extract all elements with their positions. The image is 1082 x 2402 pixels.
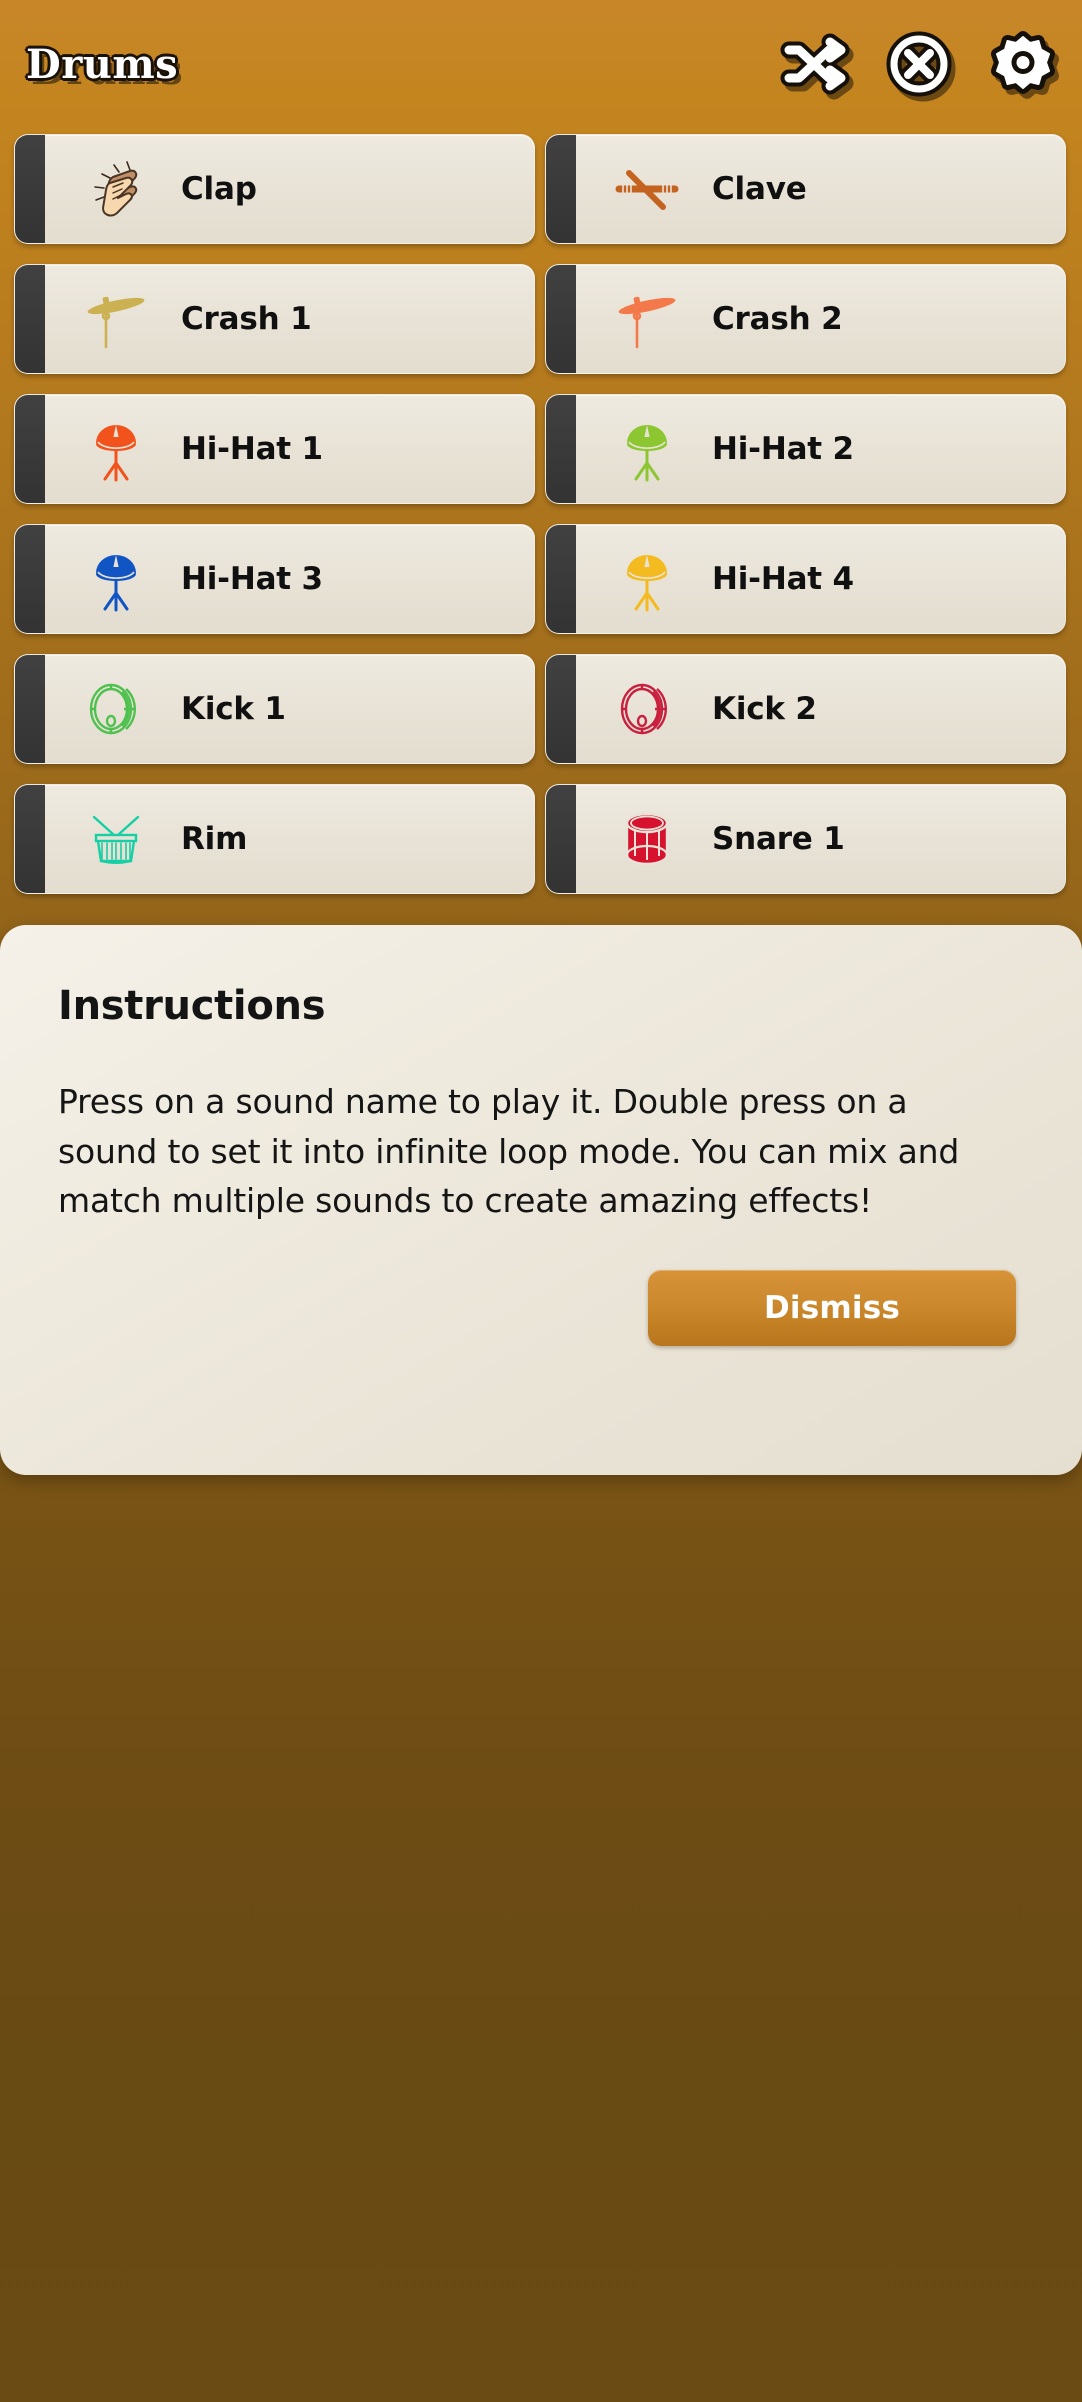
sound-button-kick-1[interactable]: Kick 1 <box>14 654 535 764</box>
button-body: Kick 1 <box>45 655 534 763</box>
clap-icon <box>77 150 155 228</box>
hihat-icon <box>608 540 686 618</box>
sound-label: Hi-Hat 1 <box>181 431 323 467</box>
rim-icon <box>77 800 155 878</box>
snare-icon <box>608 800 686 878</box>
sound-button-crash-1[interactable]: Crash 1 <box>14 264 535 374</box>
instructions-dialog: Instructions Press on a sound name to pl… <box>0 925 1082 1475</box>
button-body: Hi-Hat 1 <box>45 395 534 503</box>
button-body: Hi-Hat 4 <box>576 525 1065 633</box>
button-body: Kick 2 <box>576 655 1065 763</box>
sound-button-kick-2[interactable]: Kick 2 <box>545 654 1066 764</box>
button-edge <box>546 785 576 893</box>
sound-label: Snare 1 <box>712 821 845 857</box>
sound-button-rim[interactable]: Rim <box>14 784 535 894</box>
header-actions <box>780 31 1055 97</box>
sound-label: Kick 1 <box>181 691 286 727</box>
sound-grid: Clap Clave Crash 1 Crash 2 Hi-Hat 1 Hi-H… <box>0 134 1082 914</box>
settings-icon[interactable] <box>991 31 1055 95</box>
button-edge <box>15 525 45 633</box>
sound-label: Kick 2 <box>712 691 817 727</box>
sound-label: Rim <box>181 821 248 857</box>
button-edge <box>15 135 45 243</box>
sound-button-hihat-2[interactable]: Hi-Hat 2 <box>545 394 1066 504</box>
close-icon[interactable] <box>886 31 952 97</box>
button-edge <box>546 135 576 243</box>
button-edge <box>15 265 45 373</box>
sound-label: Crash 1 <box>181 301 312 337</box>
button-edge <box>546 395 576 503</box>
sound-label: Clave <box>712 171 807 207</box>
button-body: Hi-Hat 3 <box>45 525 534 633</box>
cymbal-icon <box>77 280 155 358</box>
button-body: Clave <box>576 135 1065 243</box>
sound-label: Hi-Hat 3 <box>181 561 323 597</box>
dialog-body-text: Press on a sound name to play it. Double… <box>58 1082 960 1220</box>
page-title: Drums <box>26 40 179 88</box>
dialog-actions: Dismiss <box>58 1269 1024 1346</box>
dismiss-button[interactable]: Dismiss <box>648 1269 1016 1346</box>
sound-button-clap[interactable]: Clap <box>14 134 535 244</box>
hihat-icon <box>608 410 686 488</box>
button-edge <box>546 655 576 763</box>
button-edge <box>15 395 45 503</box>
sound-button-hihat-3[interactable]: Hi-Hat 3 <box>14 524 535 634</box>
button-body: Snare 1 <box>576 785 1065 893</box>
hihat-icon <box>77 410 155 488</box>
button-body: Rim <box>45 785 534 893</box>
sound-button-snare-1[interactable]: Snare 1 <box>545 784 1066 894</box>
dialog-title: Instructions <box>58 983 326 1029</box>
app-header: Drums <box>0 0 1082 128</box>
sound-label: Crash 2 <box>712 301 843 337</box>
button-body: Clap <box>45 135 534 243</box>
button-edge <box>546 525 576 633</box>
sound-button-clave[interactable]: Clave <box>545 134 1066 244</box>
sound-label: Hi-Hat 4 <box>712 561 854 597</box>
clave-icon <box>608 150 686 228</box>
cymbal-icon <box>608 280 686 358</box>
sound-label: Clap <box>181 171 257 207</box>
button-body: Crash 2 <box>576 265 1065 373</box>
hihat-icon <box>77 540 155 618</box>
button-edge <box>546 265 576 373</box>
button-body: Hi-Hat 2 <box>576 395 1065 503</box>
sound-button-hihat-4[interactable]: Hi-Hat 4 <box>545 524 1066 634</box>
kick-icon <box>608 670 686 748</box>
button-edge <box>15 785 45 893</box>
kick-icon <box>77 670 155 748</box>
button-body: Crash 1 <box>45 265 534 373</box>
sound-label: Hi-Hat 2 <box>712 431 854 467</box>
shuffle-icon[interactable] <box>780 33 850 95</box>
button-edge <box>15 655 45 763</box>
sound-button-crash-2[interactable]: Crash 2 <box>545 264 1066 374</box>
sound-button-hihat-1[interactable]: Hi-Hat 1 <box>14 394 535 504</box>
